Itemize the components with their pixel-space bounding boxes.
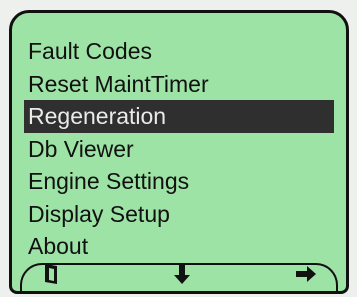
- down-softkey[interactable]: [160, 261, 204, 287]
- right-softkey[interactable]: [284, 261, 328, 287]
- main-menu: Fault Codes Reset MaintTimer Regeneratio…: [12, 35, 346, 263]
- menu-item-fault-codes[interactable]: Fault Codes: [12, 35, 346, 68]
- menu-item-engine-settings[interactable]: Engine Settings: [12, 165, 346, 198]
- device-bezel: Fault Codes Reset MaintTimer Regeneratio…: [0, 0, 357, 297]
- arrow-down-icon: [174, 263, 190, 285]
- menu-item-db-viewer[interactable]: Db Viewer: [12, 133, 346, 166]
- menu-item-display-setup[interactable]: Display Setup: [12, 198, 346, 231]
- exit-softkey[interactable]: [30, 261, 74, 287]
- lcd-screen: Fault Codes Reset MaintTimer Regeneratio…: [9, 10, 349, 294]
- menu-item-regeneration[interactable]: Regeneration: [24, 100, 334, 133]
- softkey-bar: [20, 253, 338, 291]
- menu-item-reset-maint-timer[interactable]: Reset MaintTimer: [12, 68, 346, 101]
- arrow-right-icon: [295, 266, 317, 282]
- door-exit-icon: [43, 263, 61, 285]
